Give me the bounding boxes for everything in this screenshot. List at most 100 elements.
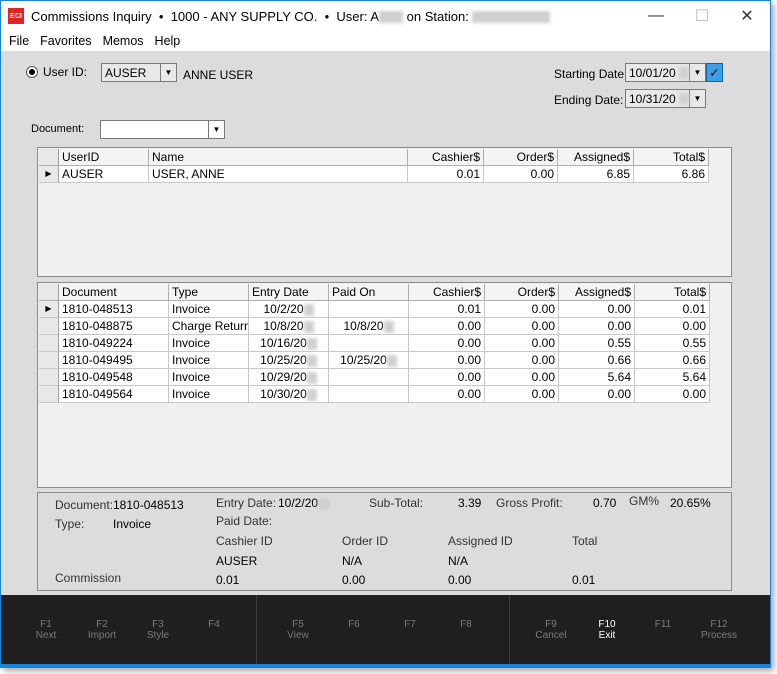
table-cell[interactable]: USER, ANNE (149, 166, 408, 183)
table-cell[interactable]: 10/16/20 (249, 335, 329, 352)
table-cell[interactable]: Invoice (169, 386, 249, 403)
table-cell[interactable]: 1810-048875 (59, 318, 169, 335)
table-cell[interactable]: Invoice (169, 352, 249, 369)
table-cell[interactable]: Invoice (169, 335, 249, 352)
column-header-total-[interactable]: Total$ (635, 284, 710, 301)
table-cell[interactable]: Charge Return (169, 318, 249, 335)
table-cell[interactable]: 1810-049495 (59, 352, 169, 369)
table-cell[interactable]: 0.00 (409, 318, 485, 335)
user-id-radio[interactable] (26, 66, 38, 78)
table-cell[interactable]: 0.01 (635, 301, 710, 318)
table-cell[interactable]: 0.55 (559, 335, 635, 352)
function-key-f10[interactable]: F10 Exit (582, 619, 632, 641)
minimize-button[interactable]: — (633, 1, 679, 31)
function-key-f9[interactable]: F9 Cancel (526, 619, 576, 641)
column-header-assigned-[interactable]: Assigned$ (558, 149, 634, 166)
table-cell[interactable]: 0.00 (409, 386, 485, 403)
table-cell[interactable]: 0.00 (485, 301, 559, 318)
starting-date-picker[interactable]: 10/01/20 ▼ (625, 63, 706, 82)
table-cell[interactable]: Invoice (169, 301, 249, 318)
table-cell[interactable]: 0.00 (409, 352, 485, 369)
table-cell[interactable]: 6.85 (558, 166, 634, 183)
row-selector[interactable] (39, 335, 59, 352)
row-selector[interactable]: ▶ (39, 301, 59, 318)
table-cell[interactable]: 0.00 (635, 386, 710, 403)
table-cell[interactable]: 1810-049548 (59, 369, 169, 386)
table-cell[interactable]: 1810-049224 (59, 335, 169, 352)
column-header-cashier-[interactable]: Cashier$ (408, 149, 484, 166)
table-cell[interactable]: 0.00 (485, 352, 559, 369)
function-key-f4[interactable]: F4 (189, 619, 239, 630)
column-header-total-[interactable]: Total$ (634, 149, 709, 166)
menu-favorites[interactable]: Favorites (40, 34, 91, 48)
table-cell[interactable] (329, 301, 409, 318)
ending-date-picker[interactable]: 10/31/20 ▼ (625, 89, 706, 108)
table-cell[interactable]: 6.86 (634, 166, 709, 183)
column-header-order-[interactable]: Order$ (484, 149, 558, 166)
table-cell[interactable]: Invoice (169, 369, 249, 386)
table-cell[interactable]: AUSER (59, 166, 149, 183)
table-cell[interactable]: 10/8/20 (249, 318, 329, 335)
table-cell[interactable] (329, 369, 409, 386)
table-cell[interactable]: 10/2/20 (249, 301, 329, 318)
table-cell[interactable] (329, 335, 409, 352)
chevron-down-icon[interactable]: ▼ (689, 90, 705, 107)
table-cell[interactable]: 5.64 (635, 369, 710, 386)
table-cell[interactable]: 0.00 (635, 318, 710, 335)
menu-file[interactable]: File (9, 34, 29, 48)
table-cell[interactable]: 10/25/20 (249, 352, 329, 369)
row-selector[interactable]: ▶ (39, 166, 59, 183)
table-cell[interactable]: 0.55 (635, 335, 710, 352)
function-key-f5[interactable]: F5 View (273, 619, 323, 641)
function-key-f2[interactable]: F2 Import (77, 619, 127, 641)
column-header-entry-date[interactable]: Entry Date (249, 284, 329, 301)
table-cell[interactable]: 0.00 (485, 386, 559, 403)
table-cell[interactable]: 0.66 (559, 352, 635, 369)
table-cell[interactable]: 0.00 (559, 318, 635, 335)
column-header-paid-on[interactable]: Paid On (329, 284, 409, 301)
row-selector[interactable] (39, 352, 59, 369)
function-key-f3[interactable]: F3 Style (133, 619, 183, 641)
user-id-dropdown[interactable]: AUSER ▼ (101, 63, 177, 82)
close-button[interactable]: ✕ (724, 1, 770, 31)
chevron-down-icon[interactable]: ▼ (160, 64, 176, 81)
function-key-f12[interactable]: F12 Process (694, 619, 744, 641)
column-header-document[interactable]: Document (59, 284, 169, 301)
function-key-f8[interactable]: F8 (441, 619, 491, 630)
table-cell[interactable]: 0.00 (559, 301, 635, 318)
menu-help[interactable]: Help (155, 34, 181, 48)
row-selector[interactable] (39, 369, 59, 386)
table-cell[interactable]: 5.64 (559, 369, 635, 386)
column-header-name[interactable]: Name (149, 149, 408, 166)
table-cell[interactable]: 0.00 (485, 335, 559, 352)
table-cell[interactable]: 0.00 (409, 369, 485, 386)
table-cell[interactable] (329, 386, 409, 403)
table-cell[interactable]: 0.00 (485, 318, 559, 335)
function-key-f6[interactable]: F6 (329, 619, 379, 630)
table-cell[interactable]: 0.01 (409, 301, 485, 318)
chevron-down-icon[interactable]: ▼ (208, 121, 224, 138)
table-cell[interactable]: 10/25/20 (329, 352, 409, 369)
table-cell[interactable]: 0.66 (635, 352, 710, 369)
table-cell[interactable]: 0.00 (485, 369, 559, 386)
table-cell[interactable]: 0.00 (484, 166, 558, 183)
table-cell[interactable]: 1810-049564 (59, 386, 169, 403)
chevron-down-icon[interactable]: ▼ (689, 64, 705, 81)
table-cell[interactable]: 0.00 (559, 386, 635, 403)
row-selector[interactable] (39, 318, 59, 335)
column-header-assigned-[interactable]: Assigned$ (559, 284, 635, 301)
menu-memos[interactable]: Memos (103, 34, 144, 48)
table-cell[interactable]: 10/30/20 (249, 386, 329, 403)
document-dropdown[interactable]: ▼ (100, 120, 225, 139)
column-header-cashier-[interactable]: Cashier$ (409, 284, 485, 301)
function-key-f7[interactable]: F7 (385, 619, 435, 630)
function-key-f11[interactable]: F11 (638, 619, 688, 630)
table-cell[interactable]: 10/8/20 (329, 318, 409, 335)
date-checkbox-checked-icon[interactable]: ✓ (706, 63, 723, 82)
row-selector[interactable] (39, 386, 59, 403)
table-cell[interactable]: 1810-048513 (59, 301, 169, 318)
column-header-type[interactable]: Type (169, 284, 249, 301)
function-key-f1[interactable]: F1 Next (21, 619, 71, 641)
column-header-userid[interactable]: UserID (59, 149, 149, 166)
column-header-order-[interactable]: Order$ (485, 284, 559, 301)
